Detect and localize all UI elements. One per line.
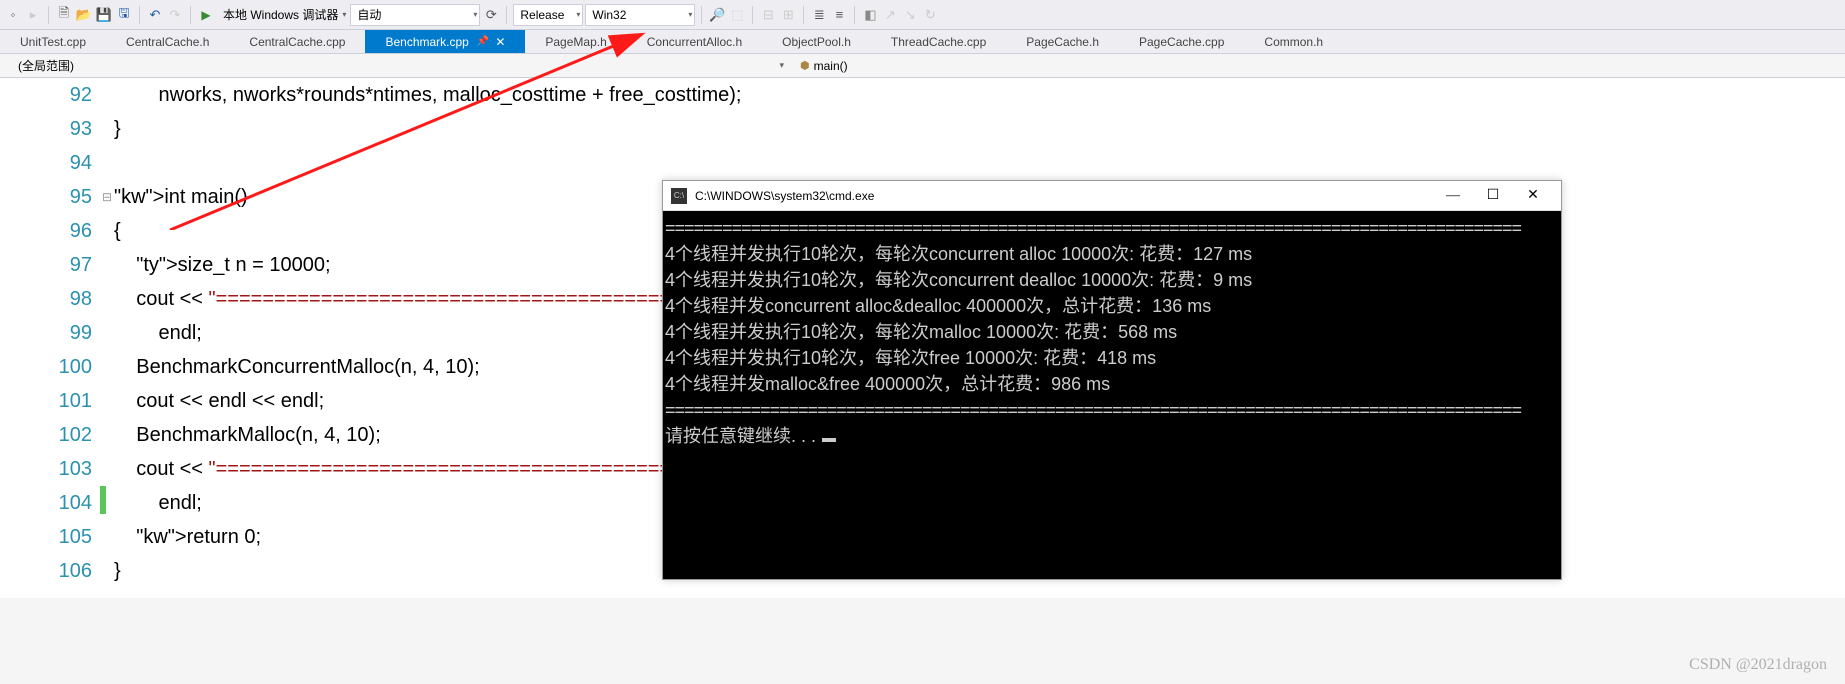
auto-label: 自动 — [357, 6, 469, 23]
separator — [190, 6, 191, 24]
redo-icon[interactable]: ↷ — [166, 6, 184, 24]
separator — [803, 6, 804, 24]
nav-fwd-icon[interactable]: ▸ — [24, 6, 42, 24]
bookmark-icon[interactable]: ◧ — [861, 6, 879, 24]
tab-pagecache-cpp[interactable]: PageCache.cpp — [1119, 30, 1244, 53]
tab-objectpool[interactable]: ObjectPool.h — [762, 30, 871, 53]
tab-concurrentalloc[interactable]: ConcurrentAlloc.h — [627, 30, 762, 53]
cmd-icon: C:\ — [671, 188, 687, 204]
tab-label: ThreadCache.cpp — [891, 35, 986, 49]
minimize-button[interactable]: — — [1433, 188, 1473, 204]
change-marker — [100, 486, 106, 514]
scope-bar: (全局范围) ▾ ⬢ main() — [0, 54, 1845, 78]
tab-label: PageMap.h — [545, 35, 606, 49]
line-gutter: 9293949596979899100101102103104105106 — [0, 78, 100, 598]
tab-common[interactable]: Common.h — [1244, 30, 1343, 53]
save-all-icon[interactable]: 🖫 — [115, 6, 133, 24]
tab-label: UnitTest.cpp — [20, 35, 86, 49]
main-toolbar: ◦ ▸ 🗎 📂 💾 🖫 ↶ ↷ ▶ 本地 Windows 调试器 ▾ 自动 ▾ … — [0, 0, 1845, 30]
separator — [506, 6, 507, 24]
bookmark-prev-icon[interactable]: ↘ — [901, 6, 919, 24]
debugger-label: 本地 Windows 调试器 — [223, 6, 338, 23]
file-tabs: UnitTest.cpp CentralCache.h CentralCache… — [0, 30, 1845, 54]
close-button[interactable]: ✕ — [1513, 187, 1553, 204]
start-debug-icon[interactable]: ▶ — [197, 6, 215, 24]
function-icon: ⬢ — [800, 59, 810, 72]
chevron-down-icon: ▾ — [342, 10, 346, 19]
undo-icon[interactable]: ↶ — [146, 6, 164, 24]
config-label: Release — [520, 8, 572, 22]
chevron-down-icon: ▾ — [688, 10, 692, 19]
open-file-icon[interactable]: 📂 — [75, 6, 93, 24]
tab-label: CentralCache.cpp — [249, 35, 345, 49]
separator — [48, 6, 49, 24]
tab-label: ObjectPool.h — [782, 35, 851, 49]
cmd-window: C:\ C:\WINDOWS\system32\cmd.exe — ☐ ✕ ==… — [662, 180, 1562, 580]
platform-label: Win32 — [592, 8, 684, 22]
platform-dropdown[interactable]: Win32 ▾ — [585, 4, 695, 26]
tab-label: ConcurrentAlloc.h — [647, 35, 742, 49]
separator — [752, 6, 753, 24]
separator — [854, 6, 855, 24]
cmd-title-text: C:\WINDOWS\system32\cmd.exe — [695, 189, 1433, 203]
separator — [139, 6, 140, 24]
auto-dropdown[interactable]: 自动 ▾ — [350, 4, 480, 26]
tab-pagemap[interactable]: PageMap.h — [525, 30, 626, 53]
tab-label: CentralCache.h — [126, 35, 209, 49]
comment-icon[interactable]: ⊟ — [759, 6, 777, 24]
tab-threadcache[interactable]: ThreadCache.cpp — [871, 30, 1006, 53]
close-icon[interactable]: ✕ — [495, 35, 505, 49]
bookmark-clear-icon[interactable]: ↻ — [921, 6, 939, 24]
watermark: CSDN @2021dragon — [1689, 656, 1827, 674]
scope-left-label: (全局范围) — [18, 57, 74, 74]
scope-right-dropdown[interactable]: ⬢ main() — [790, 59, 848, 73]
maximize-button[interactable]: ☐ — [1473, 187, 1513, 204]
step-icon[interactable]: ⬚ — [728, 6, 746, 24]
tab-unittest[interactable]: UnitTest.cpp — [0, 30, 106, 53]
find-icon[interactable]: 🔎 — [708, 6, 726, 24]
nav-back-icon[interactable]: ◦ — [4, 6, 22, 24]
config-dropdown[interactable]: Release ▾ — [513, 4, 583, 26]
cmd-titlebar[interactable]: C:\ C:\WINDOWS\system32\cmd.exe — ☐ ✕ — [663, 181, 1561, 211]
fold-column: ⊟ — [100, 78, 114, 598]
tab-label: Common.h — [1264, 35, 1323, 49]
new-file-icon[interactable]: 🗎 — [55, 6, 73, 24]
pin-icon[interactable]: 📌 — [477, 36, 489, 47]
indent-icon[interactable]: ≣ — [810, 6, 828, 24]
chevron-down-icon: ▾ — [473, 10, 477, 19]
uncomment-icon[interactable]: ⊞ — [779, 6, 797, 24]
cmd-output: ========================================… — [663, 211, 1561, 579]
chevron-down-icon: ▾ — [779, 60, 790, 71]
outdent-icon[interactable]: ≡ — [830, 6, 848, 24]
scope-left-dropdown[interactable]: (全局范围) ▾ — [0, 57, 790, 74]
tab-label: PageCache.cpp — [1139, 35, 1224, 49]
bookmark-next-icon[interactable]: ↗ — [881, 6, 899, 24]
separator — [701, 6, 702, 24]
tab-pagecache-h[interactable]: PageCache.h — [1006, 30, 1119, 53]
tab-centralcache-cpp[interactable]: CentralCache.cpp — [229, 30, 365, 53]
save-icon[interactable]: 💾 — [95, 6, 113, 24]
scope-right-label: main() — [814, 59, 848, 73]
refresh-icon[interactable]: ⟳ — [482, 6, 500, 24]
tab-benchmark[interactable]: Benchmark.cpp 📌 ✕ — [365, 30, 525, 53]
tab-label: Benchmark.cpp — [385, 35, 468, 49]
chevron-down-icon: ▾ — [576, 10, 580, 19]
debugger-dropdown[interactable]: 本地 Windows 调试器 ▾ — [217, 4, 348, 26]
tab-label: PageCache.h — [1026, 35, 1099, 49]
tab-centralcache-h[interactable]: CentralCache.h — [106, 30, 229, 53]
